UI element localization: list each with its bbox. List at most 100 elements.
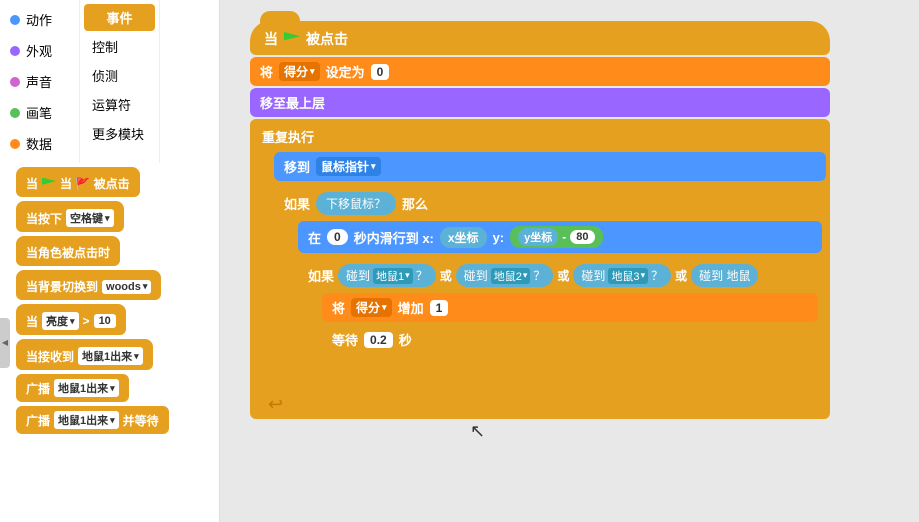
score-var-dropdown[interactable]: 得分▾ xyxy=(279,62,320,81)
touch3-q: ？ xyxy=(651,267,663,284)
subcat-sensing-label: 侦测 xyxy=(92,69,118,84)
backdrop-text: 当背景切换到 xyxy=(26,278,98,295)
touch1-q: ？ xyxy=(416,267,428,284)
subcat-operators-label: 运算符 xyxy=(92,98,131,113)
or3-text: 或 xyxy=(675,267,687,284)
block-when-receive[interactable]: 当接收到 地鼠1出来▾ xyxy=(16,339,153,370)
move-text: 移到 xyxy=(284,157,310,176)
canvas-area: 当 被点击 将 得分▾ 设定为 0 移至最上层 xyxy=(220,0,919,522)
receive-dropdown[interactable]: 地鼠1出来▾ xyxy=(78,347,143,365)
canvas-if-touch-header[interactable]: 如果 碰到 地鼠1▾ ？ 或 xyxy=(302,260,818,291)
block-when-flag[interactable]: 当 当 🚩 被点击 xyxy=(16,167,140,197)
canvas-flag-icon xyxy=(284,32,300,46)
canvas-wait[interactable]: 等待 0.2 秒 xyxy=(322,325,818,354)
data-dot xyxy=(10,139,20,149)
cursor-icon: ↖ xyxy=(470,421,485,442)
backdrop-dropdown[interactable]: woods▾ xyxy=(102,280,151,294)
touch-mole4[interactable]: 碰到 地鼠 xyxy=(691,264,758,287)
motion-dot xyxy=(10,15,20,25)
block-when-sprite-clicked[interactable]: 当角色被点击时 xyxy=(16,236,120,266)
sensing-down-mouse[interactable]: 下移鼠标？ xyxy=(316,192,396,215)
touch-mole2[interactable]: 碰到 地鼠2▾ ？ xyxy=(456,264,554,287)
touch-mole1[interactable]: 碰到 地鼠1▾ ？ xyxy=(338,264,436,287)
touch2-dropdown[interactable]: 地鼠2▾ xyxy=(491,268,531,284)
pen-dot xyxy=(10,108,20,118)
cat-data[interactable]: 数据 xyxy=(2,128,77,159)
brightness-value: 10 xyxy=(94,314,116,328)
minus-label: - xyxy=(562,230,566,244)
cat-pen[interactable]: 画笔 xyxy=(2,97,77,128)
touch3-dropdown[interactable]: 地鼠3▾ xyxy=(608,268,648,284)
when-key-text: 当按下 xyxy=(26,210,62,227)
receive-text: 当接收到 xyxy=(26,348,74,365)
key-dropdown[interactable]: 空格键▾ xyxy=(66,209,114,227)
change-text2: 增加 xyxy=(398,298,424,317)
cat-motion[interactable]: 动作 xyxy=(2,4,77,35)
y-coord-expr[interactable]: y坐标 - 80 xyxy=(510,226,602,248)
touch2-text: 碰到 xyxy=(464,267,488,284)
down-mouse-text: 下移鼠标？ xyxy=(326,195,386,212)
canvas-set-score[interactable]: 将 得分▾ 设定为 0 xyxy=(250,57,830,86)
if-label-1: 如果 xyxy=(284,194,310,213)
set-value: 0 xyxy=(371,64,390,80)
touch1-dropdown[interactable]: 地鼠1▾ xyxy=(373,268,413,284)
touch2-q: ？ xyxy=(533,267,545,284)
block-broadcast-wait[interactable]: 广播 地鼠1出来▾ 并等待 xyxy=(16,406,169,434)
subcat-events-label: 事件 xyxy=(106,11,132,26)
canvas-when-flag[interactable]: 当 被点击 xyxy=(250,21,830,55)
repeat-label: 重复执行 xyxy=(262,127,314,146)
cat-sound[interactable]: 声音 xyxy=(2,66,77,97)
canvas-go-front[interactable]: 移至最上层 xyxy=(250,88,830,117)
block-broadcast[interactable]: 广播 地鼠1出来▾ xyxy=(16,374,129,402)
broadcast-text: 广播 xyxy=(26,380,50,397)
broadcast-dropdown[interactable]: 地鼠1出来▾ xyxy=(54,379,119,397)
canvas-change-score[interactable]: 将 得分▾ 增加 1 xyxy=(322,293,818,322)
go-front-text: 移至最上层 xyxy=(260,93,325,112)
canvas-move-mouse[interactable]: 移到 鼠标指针▾ xyxy=(274,152,826,181)
canvas-flag-label: 被点击 xyxy=(306,29,348,49)
broadcast-wait-text2: 并等待 xyxy=(123,412,159,429)
block-when-key[interactable]: 当按下 空格键▾ xyxy=(16,201,124,232)
wait-text1: 等待 xyxy=(332,330,358,349)
subcat-control[interactable]: 控制 xyxy=(84,33,155,60)
broadcast-wait-text1: 广播 xyxy=(26,412,50,429)
if-label-2: 如果 xyxy=(308,266,334,285)
canvas-repeat-wrapper: 重复执行 移到 鼠标指针▾ xyxy=(250,119,830,419)
sound-dot xyxy=(10,77,20,87)
subcat-control-label: 控制 xyxy=(92,40,118,55)
brightness-when: 当 xyxy=(26,313,38,330)
touch1-text: 碰到 xyxy=(346,267,370,284)
canvas-if-header[interactable]: 如果 下移鼠标？ 那么 xyxy=(278,188,822,219)
cat-sound-label: 声音 xyxy=(26,72,52,91)
mouse-dropdown[interactable]: 鼠标指针▾ xyxy=(316,157,381,176)
canvas-glide[interactable]: 在 0 秒内滑行到 x: x坐标 y: y坐标 - 80 xyxy=(298,221,822,253)
canvas-repeat-header[interactable]: 重复执行 xyxy=(254,123,826,150)
flag-icon-1 xyxy=(42,178,56,190)
block-flag-text: 当 🚩 被点击 xyxy=(60,175,130,192)
cat-data-label: 数据 xyxy=(26,134,52,153)
glide-time: 0 xyxy=(327,229,348,245)
score-var2-dropdown[interactable]: 得分▾ xyxy=(351,298,392,317)
set-text: 设定为 xyxy=(326,62,365,81)
set-score-text1: 将 xyxy=(260,62,273,81)
scroll-left-arrow[interactable]: ◀ xyxy=(0,318,10,368)
subcat-events[interactable]: 事件 xyxy=(84,4,155,31)
brightness-dropdown[interactable]: 亮度▾ xyxy=(42,312,79,330)
x-coord-block[interactable]: x坐标 xyxy=(440,227,487,248)
sprite-clicked-text: 当角色被点击时 xyxy=(26,244,110,261)
canvas-if-touch-wrapper: 如果 碰到 地鼠1▾ ？ 或 xyxy=(298,256,822,370)
subcat-operators[interactable]: 运算符 xyxy=(84,91,155,118)
y-coord-block[interactable]: y坐标 xyxy=(518,228,558,246)
subcat-sensing[interactable]: 侦测 xyxy=(84,62,155,89)
block-when-brightness[interactable]: 当 亮度▾ > 10 xyxy=(16,304,126,335)
subcat-more[interactable]: 更多模块 xyxy=(84,120,155,147)
then-label-1: 那么 xyxy=(402,194,428,213)
subcat-more-label: 更多模块 xyxy=(92,127,144,142)
cat-looks-label: 外观 xyxy=(26,41,52,60)
touch4-text: 碰到 地鼠 xyxy=(699,267,750,284)
change-value: 1 xyxy=(430,300,449,316)
cat-looks[interactable]: 外观 xyxy=(2,35,77,66)
block-when-backdrop[interactable]: 当背景切换到 woods▾ xyxy=(16,270,161,300)
touch-mole3[interactable]: 碰到 地鼠3▾ ？ xyxy=(573,264,671,287)
broadcast-wait-dropdown[interactable]: 地鼠1出来▾ xyxy=(54,411,119,429)
